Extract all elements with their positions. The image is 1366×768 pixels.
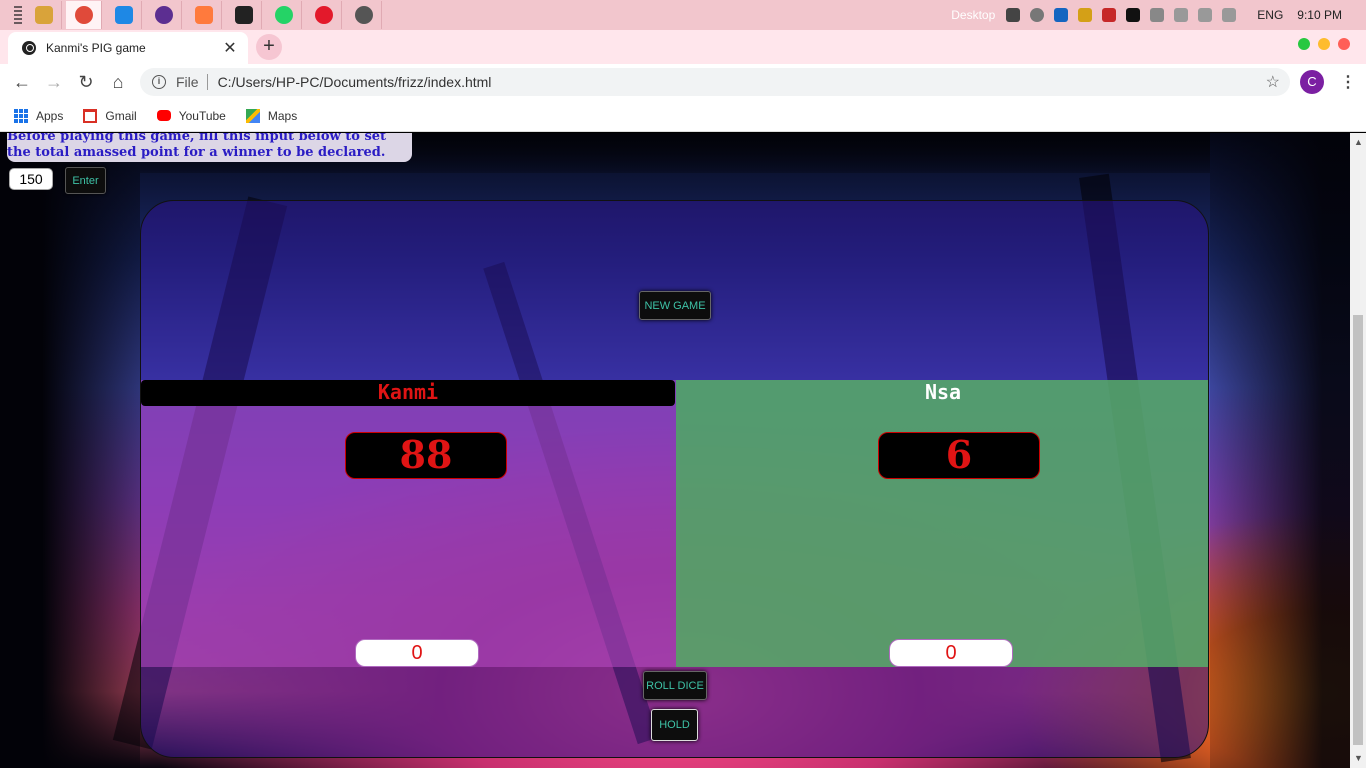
close-window-button[interactable] bbox=[1338, 38, 1350, 50]
player-2-current-score: 0 bbox=[889, 639, 1013, 667]
page-viewport: Before playing this game, fill this inpu… bbox=[0, 133, 1350, 768]
tray-app-icon[interactable] bbox=[1126, 8, 1141, 22]
menu-kebab-icon[interactable]: ⋮ bbox=[1340, 72, 1356, 92]
player-1-score: 88 bbox=[345, 432, 507, 479]
scroll-down-icon[interactable]: ▼ bbox=[1354, 753, 1363, 763]
address-toolbar: ← → ↻ ⌂ i File C:/Users/HP-PC/Documents/… bbox=[0, 64, 1366, 100]
taskbar-app-opera[interactable] bbox=[306, 1, 342, 29]
forward-icon[interactable]: → bbox=[38, 72, 70, 93]
omnibox-divider bbox=[206, 74, 208, 90]
bookmarks-bar: Apps Gmail YouTube Maps bbox=[0, 100, 1366, 132]
maximize-button[interactable] bbox=[1298, 38, 1310, 50]
bookmark-maps[interactable]: Maps bbox=[245, 108, 298, 123]
scroll-up-icon[interactable]: ▲ bbox=[1354, 137, 1363, 147]
taskbar: Desktop ENG 9:10 PM bbox=[0, 0, 1366, 30]
language-indicator[interactable]: ENG bbox=[1257, 8, 1283, 22]
palm-silhouette bbox=[1210, 133, 1350, 768]
chrome-icon bbox=[74, 6, 93, 24]
app-purple-icon bbox=[154, 6, 173, 24]
scroll-thumb[interactable] bbox=[1353, 315, 1363, 745]
tab-title: Kanmi's PIG game bbox=[46, 41, 146, 55]
clock[interactable]: 9:10 PM bbox=[1297, 8, 1342, 22]
bookmark-star-icon[interactable]: ☆ bbox=[1266, 72, 1280, 92]
bluetooth-icon[interactable] bbox=[1054, 8, 1069, 22]
page-scrollbar[interactable]: ▲ ▼ bbox=[1350, 133, 1366, 768]
window-controls bbox=[1290, 38, 1350, 50]
bookmark-gmail[interactable]: Gmail bbox=[83, 108, 137, 123]
minimize-button[interactable] bbox=[1318, 38, 1330, 50]
bookmark-label: Maps bbox=[267, 108, 298, 123]
vscode-icon bbox=[114, 6, 133, 24]
player-2-name: Nsa bbox=[924, 380, 962, 404]
taskbar-app-orange[interactable] bbox=[186, 1, 222, 29]
player-1-current-score: 0 bbox=[355, 639, 479, 667]
tray-app-icon[interactable] bbox=[1102, 8, 1117, 22]
winning-score-input[interactable] bbox=[9, 168, 53, 190]
taskbar-app-purple[interactable] bbox=[146, 1, 182, 29]
apps-grid-icon bbox=[14, 108, 28, 123]
hold-button[interactable]: HOLD bbox=[651, 709, 698, 741]
signal-icon[interactable] bbox=[1198, 8, 1213, 22]
tray-app-icon[interactable] bbox=[1078, 8, 1093, 22]
taskbar-grip bbox=[14, 6, 22, 24]
youtube-icon bbox=[156, 110, 171, 121]
tray-app-icon[interactable] bbox=[1030, 8, 1045, 22]
back-icon[interactable]: ← bbox=[6, 72, 38, 93]
browser-tab[interactable]: Kanmi's PIG game ✕ bbox=[8, 32, 248, 64]
taskbar-app-vscode[interactable] bbox=[106, 1, 142, 29]
whatsapp-icon bbox=[274, 6, 293, 24]
player-2-score: 6 bbox=[878, 432, 1040, 479]
system-tray: Desktop ENG 9:10 PM bbox=[951, 0, 1366, 30]
game-board: NEW GAME Kanmi 88 0 Nsa 6 0 ROLL DICE HO… bbox=[140, 200, 1209, 758]
bookmark-apps[interactable]: Apps bbox=[14, 108, 64, 123]
volume-icon[interactable] bbox=[1222, 8, 1237, 22]
profile-avatar[interactable]: C bbox=[1300, 70, 1324, 94]
instruction-text: Before playing this game, fill this inpu… bbox=[7, 133, 412, 162]
protocol-label: File bbox=[176, 74, 199, 90]
omnibox[interactable]: i File C:/Users/HP-PC/Documents/frizz/in… bbox=[140, 68, 1290, 96]
player-1-panel: Kanmi 88 0 bbox=[141, 380, 676, 667]
palm-silhouette bbox=[0, 133, 140, 768]
taskbar-app-whatsapp[interactable] bbox=[266, 1, 302, 29]
url-text[interactable]: C:/Users/HP-PC/Documents/frizz/index.htm… bbox=[218, 74, 492, 90]
enter-button[interactable]: Enter bbox=[65, 167, 106, 194]
taskbar-app-file-explorer[interactable] bbox=[26, 1, 62, 29]
maps-icon bbox=[245, 108, 260, 123]
taskbar-app-chrome[interactable] bbox=[66, 1, 102, 29]
new-tab-button[interactable]: + bbox=[256, 34, 282, 60]
battery-icon[interactable] bbox=[1174, 8, 1189, 22]
app-dark-icon bbox=[234, 6, 253, 24]
opera-icon bbox=[314, 6, 333, 24]
desktop-toolbar-label[interactable]: Desktop bbox=[951, 8, 995, 22]
player-2-panel: Nsa 6 0 bbox=[676, 380, 1208, 667]
tray-app-icon[interactable] bbox=[1006, 8, 1021, 22]
app-orange-icon bbox=[194, 6, 213, 24]
close-tab-icon[interactable]: ✕ bbox=[218, 38, 242, 58]
tab-strip: Kanmi's PIG game ✕ + bbox=[0, 30, 1366, 64]
folder-icon bbox=[34, 6, 53, 24]
new-game-button[interactable]: NEW GAME bbox=[639, 291, 711, 320]
gmail-icon bbox=[83, 108, 98, 123]
info-icon[interactable]: i bbox=[152, 75, 166, 89]
home-icon[interactable]: ⌂ bbox=[102, 72, 134, 93]
flag-icon[interactable] bbox=[1150, 8, 1165, 22]
app-w-icon bbox=[354, 6, 373, 24]
player-1-name: Kanmi bbox=[141, 380, 675, 406]
bookmark-label: Gmail bbox=[105, 108, 137, 123]
bookmark-youtube[interactable]: YouTube bbox=[156, 108, 226, 123]
taskbar-app-w[interactable] bbox=[346, 1, 382, 29]
reload-icon[interactable]: ↻ bbox=[70, 72, 102, 93]
bookmark-label: YouTube bbox=[178, 108, 226, 123]
roll-dice-button[interactable]: ROLL DICE bbox=[643, 671, 707, 700]
bookmark-label: Apps bbox=[36, 108, 64, 123]
taskbar-app-dark[interactable] bbox=[226, 1, 262, 29]
globe-icon bbox=[22, 41, 36, 55]
